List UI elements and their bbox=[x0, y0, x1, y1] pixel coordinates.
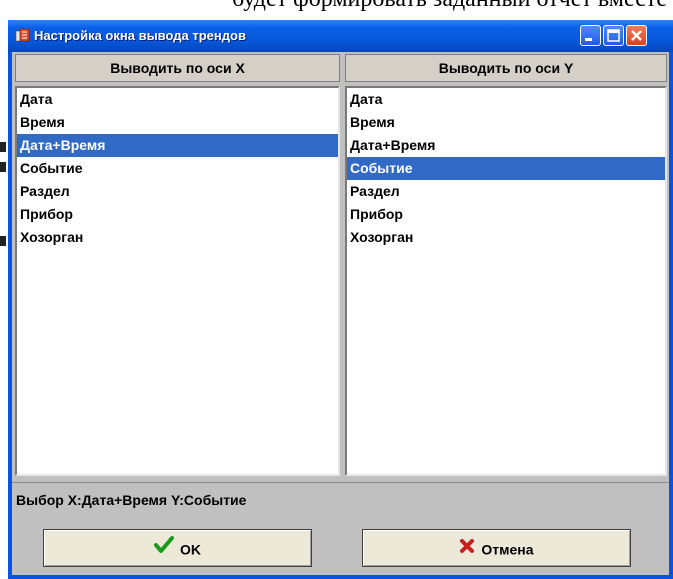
cancel-button[interactable]: Отмена bbox=[362, 529, 631, 567]
axis-y-item-section[interactable]: Раздел bbox=[347, 180, 665, 203]
ok-label: OK bbox=[180, 541, 201, 558]
axis-x-item-device[interactable]: Прибор bbox=[17, 203, 338, 226]
axis-y-item-event[interactable]: Событие bbox=[347, 157, 665, 180]
axis-x-item-date[interactable]: Дата bbox=[17, 88, 338, 111]
axis-y-item-owner[interactable]: Хозорган bbox=[347, 226, 665, 249]
close-icon bbox=[631, 30, 642, 41]
background-fragment-mark bbox=[0, 162, 6, 172]
background-fragment-mark bbox=[0, 236, 6, 246]
axis-x-item-datetime[interactable]: Дата+Время bbox=[17, 134, 338, 157]
axis-y-list[interactable]: Дата Время Дата+Время Событие Раздел При… bbox=[345, 86, 667, 476]
window-title: Настройка окна вывода трендов bbox=[34, 28, 246, 43]
axis-y-item-time[interactable]: Время bbox=[347, 111, 665, 134]
maximize-button[interactable] bbox=[603, 25, 624, 46]
close-button[interactable] bbox=[626, 25, 647, 46]
title-bar[interactable]: Настройка окна вывода трендов bbox=[8, 20, 673, 52]
check-icon bbox=[154, 531, 174, 567]
app-icon[interactable] bbox=[15, 28, 30, 42]
minimize-button[interactable] bbox=[580, 25, 601, 46]
trend-settings-dialog: Настройка окна вывода трендов Выводить п… bbox=[8, 20, 673, 579]
cross-icon bbox=[459, 531, 475, 567]
ok-button[interactable]: OK bbox=[43, 529, 312, 567]
cancel-label: Отмена bbox=[481, 541, 534, 558]
axis-y-item-datetime[interactable]: Дата+Время bbox=[347, 134, 665, 157]
axis-y-item-device[interactable]: Прибор bbox=[347, 203, 665, 226]
background-fragment-mark bbox=[0, 142, 6, 152]
axis-y-header: Выводить по оси Y bbox=[345, 54, 667, 82]
dialog-client-area: Выводить по оси X Выводить по оси Y Дата… bbox=[12, 52, 669, 575]
axis-x-item-section[interactable]: Раздел bbox=[17, 180, 338, 203]
minimize-icon bbox=[585, 38, 592, 41]
axis-x-item-owner[interactable]: Хозорган bbox=[17, 226, 338, 249]
selection-status: Выбор X:Дата+Время Y:Событие bbox=[12, 482, 669, 518]
axis-x-item-event[interactable]: Событие bbox=[17, 157, 338, 180]
background-document-text: будет формировать заданный отчет вместе … bbox=[232, 0, 673, 13]
maximize-icon bbox=[607, 29, 620, 42]
axis-x-header: Выводить по оси X bbox=[15, 54, 340, 82]
axis-y-item-date[interactable]: Дата bbox=[347, 88, 665, 111]
axis-x-list[interactable]: Дата Время Дата+Время Событие Раздел При… bbox=[15, 86, 340, 476]
axis-x-item-time[interactable]: Время bbox=[17, 111, 338, 134]
